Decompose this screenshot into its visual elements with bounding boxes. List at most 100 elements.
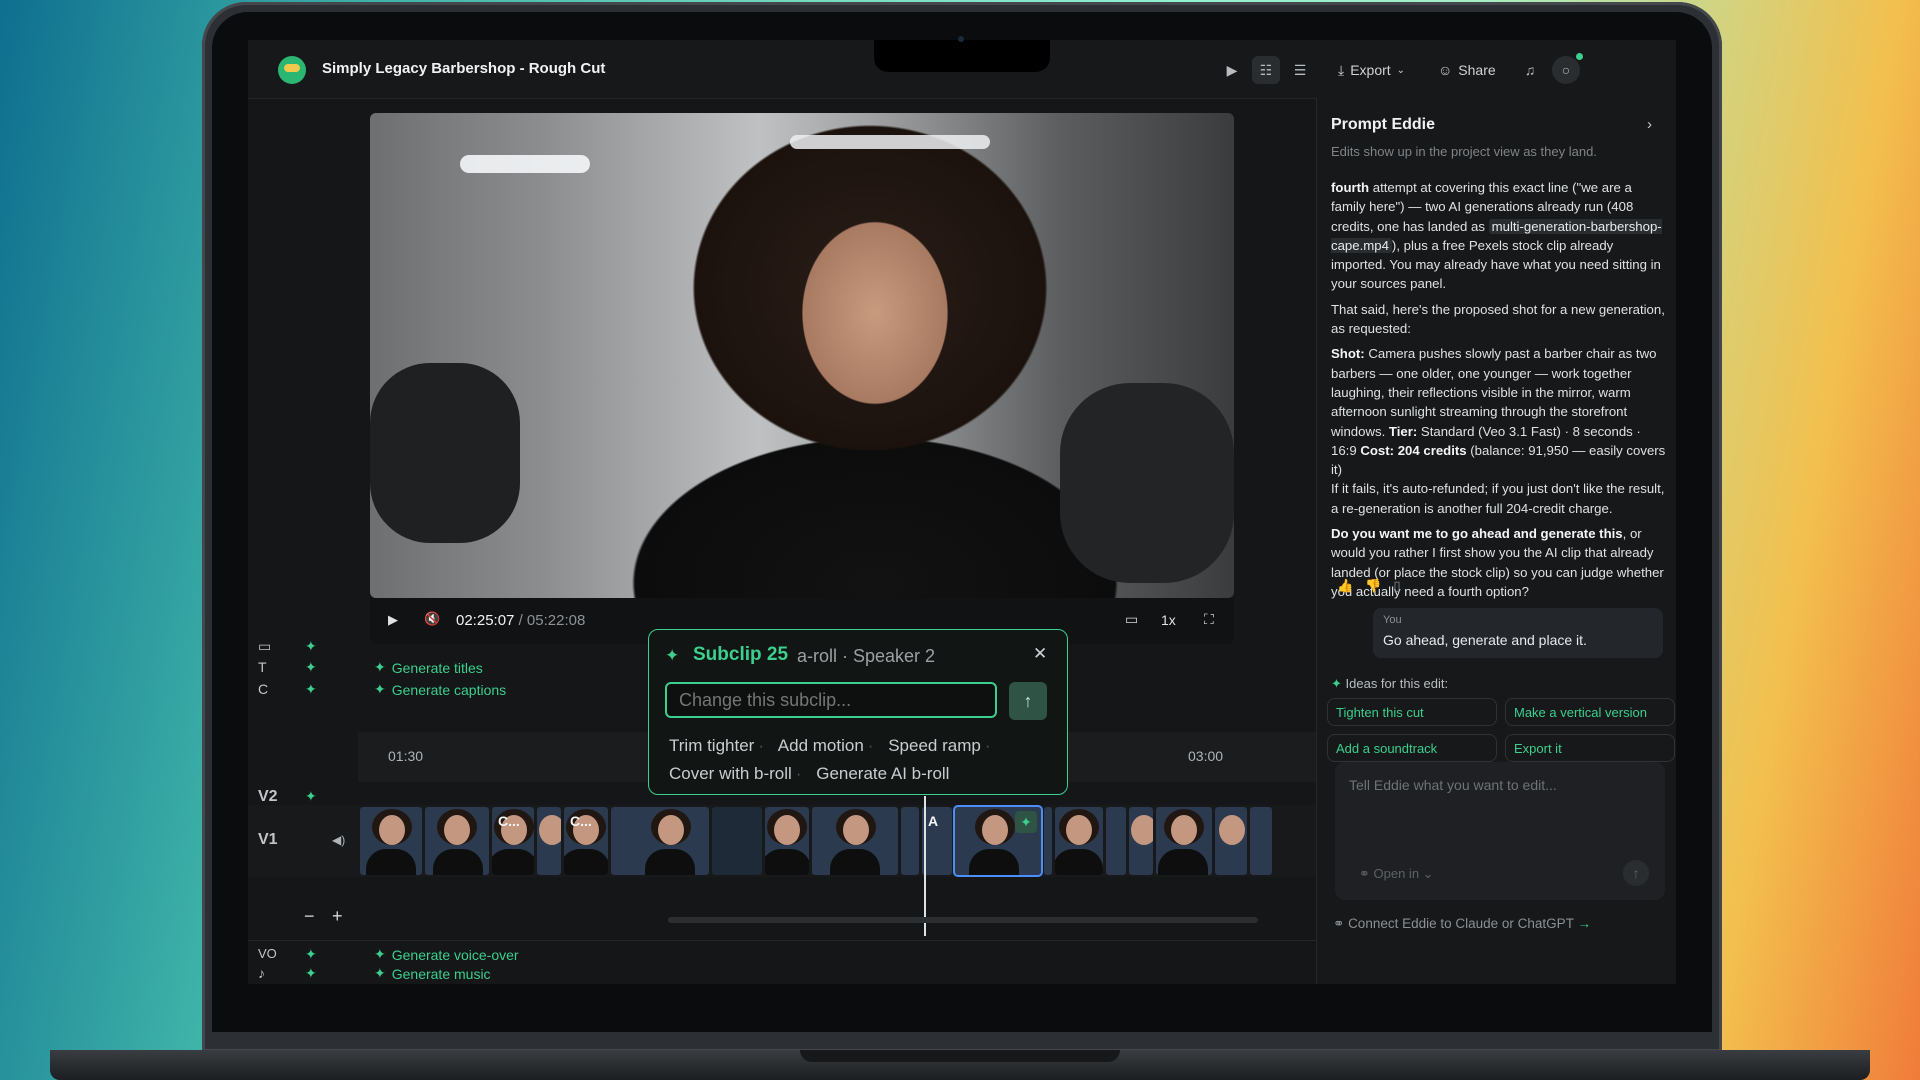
clip[interactable] — [425, 807, 489, 875]
suggestion-chip[interactable]: Speed ramp — [888, 736, 981, 755]
zoom-in-icon[interactable]: + — [332, 906, 343, 927]
view-player-button[interactable]: ▶ — [1218, 56, 1246, 84]
share-button[interactable]: ☺ Share — [1438, 56, 1496, 84]
captions-icon[interactable]: ▭ — [1125, 611, 1138, 628]
play-screen-icon: ▶ — [1226, 61, 1238, 78]
bookmark-icon[interactable]: ▯ — [1393, 578, 1412, 593]
generate-music-label: Generate music — [391, 965, 491, 982]
notifications-button[interactable]: ♫ — [1516, 56, 1544, 84]
ruler-label: 01:30 — [388, 748, 424, 764]
ideas-label: ✦ Ideas for this edit: — [1331, 676, 1449, 691]
clip[interactable] — [1044, 807, 1052, 875]
ruler-label: 03:00 — [1188, 748, 1224, 764]
thumbs-down-icon[interactable]: 👎 — [1365, 578, 1393, 593]
comment-icon: ▭ — [258, 638, 272, 654]
video-preview[interactable] — [370, 113, 1234, 598]
clip[interactable] — [1215, 807, 1247, 875]
video-frame-light — [460, 155, 590, 173]
generate-titles-button[interactable]: ✦ Generate titles — [374, 659, 483, 676]
video-frame-light — [790, 135, 990, 149]
fullscreen-icon[interactable]: ⛶ — [1204, 611, 1214, 628]
timeline-scrollbar[interactable] — [668, 917, 1258, 923]
clip[interactable] — [360, 807, 422, 875]
chat-toggle-button[interactable]: ○ — [1552, 56, 1580, 84]
clip[interactable] — [812, 807, 898, 875]
sparkle-icon[interactable]: ✦ — [305, 788, 317, 805]
clip[interactable] — [1129, 807, 1153, 875]
clip[interactable] — [901, 807, 919, 875]
link-icon: ⚭ — [1359, 866, 1374, 881]
sparkle-icon: ✦ — [374, 946, 386, 962]
sparkle-icon[interactable]: ✦ — [305, 681, 317, 698]
playhead[interactable] — [924, 796, 926, 936]
idea-chip[interactable]: Export it — [1505, 734, 1675, 762]
generate-music-button[interactable]: ✦ Generate music — [374, 965, 491, 982]
suggestion-chip[interactable]: Cover with b-roll — [669, 764, 792, 783]
idea-chip[interactable]: Tighten this cut — [1327, 698, 1497, 726]
chevron-right-icon[interactable]: › — [1647, 116, 1652, 133]
clip-gap[interactable] — [712, 807, 762, 875]
link-icon: ⚭ — [1333, 916, 1349, 931]
voiceover-track: VO ✦ ✦ Generate voice-over — [248, 940, 1316, 963]
popover-subtitle: a-roll · Speaker 2 — [797, 646, 936, 666]
playback-speed[interactable]: 1x — [1161, 612, 1176, 628]
clip[interactable] — [611, 807, 709, 875]
suggestion-chip[interactable]: Trim tighter — [669, 736, 754, 755]
sparkle-icon[interactable]: ✦ — [305, 965, 317, 982]
idea-chip[interactable]: Add a soundtrack — [1327, 734, 1497, 762]
clip[interactable] — [1106, 807, 1126, 875]
idea-chip[interactable]: Make a vertical version — [1505, 698, 1675, 726]
selected-clip[interactable]: ✦ — [955, 807, 1041, 875]
composer-send-button[interactable]: ↑ — [1623, 860, 1649, 886]
time-separator: / — [518, 612, 523, 629]
export-button[interactable]: ⤓ Export ⌄ — [1338, 56, 1405, 84]
generate-voiceover-button[interactable]: ✦ Generate voice-over — [374, 946, 519, 963]
sparkle-icon: ✦ — [374, 681, 386, 697]
sparkle-icon[interactable]: ✦ — [1015, 811, 1037, 833]
view-timeline-button[interactable]: ☷ — [1252, 56, 1280, 84]
clip[interactable]: C... — [492, 807, 534, 875]
generate-captions-label: Generate captions — [391, 681, 507, 698]
add-user-icon: ☺ — [1438, 62, 1453, 78]
close-icon[interactable]: ✕ — [1033, 644, 1047, 664]
clip[interactable]: A — [922, 807, 952, 875]
app-logo-icon[interactable] — [278, 56, 306, 84]
clip-label: C... — [570, 813, 592, 829]
sparkle-icon: ✦ — [1331, 676, 1346, 691]
time-readout: 02:25:07 / 05:22:08 — [456, 612, 585, 629]
connect-link[interactable]: ⚭ Connect Eddie to Claude or ChatGPT → — [1333, 916, 1591, 932]
assistant-message: fourth attempt at covering this exact li… — [1331, 178, 1667, 607]
suggestion-chip[interactable]: Generate AI b-roll — [816, 764, 949, 783]
sparkle-icon[interactable]: ✦ — [305, 659, 317, 676]
send-button[interactable]: ↑ — [1009, 682, 1047, 720]
mute-icon[interactable]: 🔇 — [424, 611, 440, 627]
sparkle-icon[interactable]: ✦ — [305, 638, 317, 655]
volume-icon[interactable]: ◀) — [332, 833, 345, 847]
track-label: VO — [258, 946, 277, 961]
subclip-edit-input[interactable] — [665, 682, 997, 718]
view-list-button[interactable]: ☰ — [1286, 56, 1314, 84]
clip[interactable] — [537, 807, 561, 875]
clip[interactable] — [1250, 807, 1272, 875]
suggestion-chip[interactable]: Add motion — [778, 736, 864, 755]
generate-captions-button[interactable]: ✦ Generate captions — [374, 681, 506, 698]
clip[interactable] — [1156, 807, 1212, 875]
play-icon[interactable]: ▶ — [388, 612, 398, 628]
camera-icon — [958, 36, 964, 42]
timeline-icon: ☷ — [1252, 56, 1280, 84]
clip[interactable] — [765, 807, 809, 875]
composer-input[interactable] — [1347, 776, 1651, 794]
share-label: Share — [1458, 62, 1496, 78]
bell-icon: ♫ — [1524, 62, 1536, 78]
zoom-out-icon[interactable]: − — [304, 906, 315, 927]
thumbs-up-icon[interactable]: 👍 — [1337, 578, 1365, 593]
sparkle-icon[interactable]: ✦ — [305, 946, 317, 963]
clip[interactable] — [1055, 807, 1103, 875]
music-note-icon: ♪ — [258, 965, 265, 981]
open-in-button[interactable]: ⚭ Open in ⌄ — [1359, 866, 1434, 882]
track-label: V1 — [258, 831, 278, 848]
message-paragraph: fourth attempt at covering this exact li… — [1331, 180, 1662, 292]
track-label: T — [258, 659, 267, 675]
clip[interactable]: C... — [564, 807, 608, 875]
sparkle-icon: ✦ — [374, 659, 386, 675]
